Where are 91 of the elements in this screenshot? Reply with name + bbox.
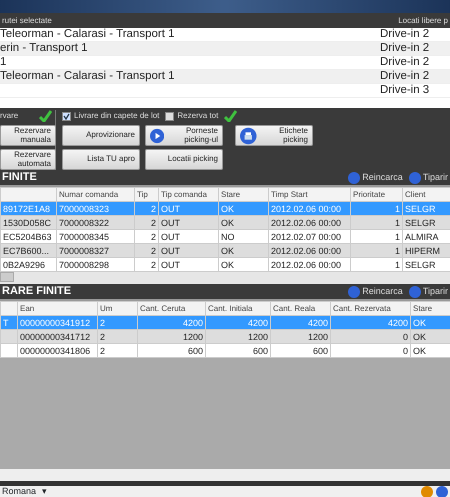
table-cell: 4200 [206,316,270,330]
toolbar-button[interactable]: Aprovizionare [62,125,140,146]
table-cell: 7000008327 [56,244,134,258]
toolbar-button[interactable]: Lista TU apro [62,149,140,170]
print-button[interactable]: Tiparir [408,170,448,184]
column-header: Prioritate [350,188,402,202]
toolbar-button[interactable]: Rezervare automata [0,149,56,170]
column-header: Cant. Rezervata [330,302,410,316]
table-cell: 1 [350,216,402,230]
location-text: Drive-in 2 [380,54,430,70]
column-header: Tip comanda [158,188,218,202]
column-header: Stare [410,302,450,316]
table-cell: 7000008323 [56,202,134,216]
table-cell: 4200 [330,316,410,330]
column-header: Cant. Ceruta [138,302,206,316]
table-cell: 2 [98,330,138,344]
play-icon [150,126,164,144]
route-name: Teleorman - Calarasi - Transport 1 [0,28,176,42]
location-text: Drive-in 2 [380,28,430,42]
table-cell: OUT [158,202,218,216]
table-cell: SELGR [402,216,450,230]
table-cell: 00000000341912 [18,316,98,330]
route-row[interactable]: Drive-in 3 [0,84,450,98]
checkbox[interactable] [62,112,71,120]
reload-button[interactable]: Reincarca [348,284,403,298]
toolbar-button[interactable]: Etichete picking [235,125,313,146]
table-cell: 1530D058C [0,216,56,230]
section-title: RARE FINITE [2,284,72,300]
route-row[interactable]: Teleorman - Calarasi - Transport 1 Drive-in 2 [0,70,450,84]
column-header: Tip [134,188,158,202]
column-header: Stare [218,188,268,202]
checkbox-label: Livrare din capete de lot [74,110,160,122]
table-cell: 1200 [138,330,206,344]
checkbox-label: Rezerva tot [177,110,218,122]
printer-icon [240,126,257,144]
table-cell: SELGR [402,202,450,216]
table-cell: 89172E1A8 [0,202,56,216]
table-cell: 1 [350,244,402,258]
table-cell: OK [218,202,268,216]
table-cell: EC7B600... [0,244,56,258]
table-cell: 2 [98,316,138,330]
table-cell: T [0,316,18,330]
table-cell: 1 [350,202,402,216]
reload-button[interactable]: Reincarca [348,170,403,184]
table-cell: 2012.02.06 00:00 [268,202,350,216]
route-name: Teleorman - Calarasi - Transport 1 [0,68,176,84]
column-header: Um [98,302,138,316]
column-header: rutei selectate [2,14,52,26]
table-cell: 4200 [138,316,206,330]
scrollbar-thumb[interactable] [0,272,14,282]
column-header: Cant. Initiala [206,302,270,316]
column-header: Client [402,188,450,202]
table-cell: 1200 [270,330,330,344]
table-cell: 7000008322 [56,216,134,230]
table-row[interactable]: EC7B600... 7000008327 2 OUT OK 2012.02.06 00:00 1 HIPERM [0,244,450,258]
table-cell: 00000000341712 [18,330,98,344]
print-button[interactable]: Tiparir [408,284,448,298]
column-header: Ean [18,302,98,316]
route-name: erin - Transport 1 [0,40,89,56]
table-cell: 0 [330,330,410,344]
column-header: Locati libere p [398,14,448,26]
route-name: 1 [0,54,8,70]
table-cell: OK [410,316,450,330]
toolbar-button[interactable]: Porneste picking-ul [145,125,223,146]
toolbar-label: rvare [0,110,18,122]
table-cell: OUT [158,216,218,230]
checkmark-icon [224,110,238,122]
location-text: Drive-in 3 [380,82,430,98]
location-text: Drive-in 2 [380,40,430,56]
column-header: Cant. Reala [270,302,330,316]
section-title: FINITE [2,170,37,186]
location-text: Drive-in 2 [380,68,430,84]
toolbar-button[interactable]: Locatii picking [145,149,223,170]
column-header: Timp Start [268,188,350,202]
table-cell: HIPERM [402,244,450,258]
table-cell: OK [410,330,450,344]
table-cell: 2012.02.06 00:00 [268,244,350,258]
table-cell: OK [218,244,268,258]
language-dropdown[interactable]: Romana ▾ [2,485,48,497]
checkmark-icon [39,110,52,122]
table-cell: 4200 [270,316,330,330]
table-row[interactable]: 1530D058C 7000008322 2 OUT OK 2012.02.06 00:00 1 SELGR [0,216,450,230]
table-cell: 2012.02.06 00:00 [268,216,350,230]
checkbox[interactable] [165,112,174,120]
table-cell: OUT [158,244,218,258]
toolbar-button[interactable]: Rezervare manuala [0,125,56,146]
table-row[interactable]: 00000000341712 2 1200 1200 1200 0 OK [0,330,450,344]
table-cell: 1200 [206,330,270,344]
column-header: Numar comanda [56,188,134,202]
route-row[interactable]: erin - Transport 1 Drive-in 2 [0,42,450,56]
table-cell: OK [218,216,268,230]
